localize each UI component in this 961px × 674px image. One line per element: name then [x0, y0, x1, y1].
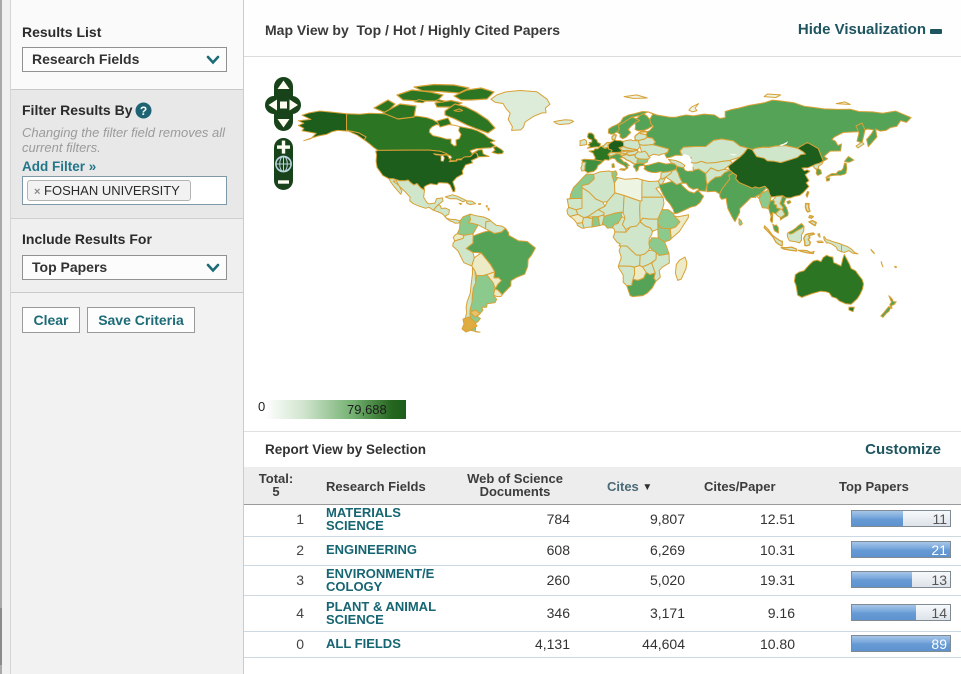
svg-text:?: ?	[140, 104, 147, 118]
